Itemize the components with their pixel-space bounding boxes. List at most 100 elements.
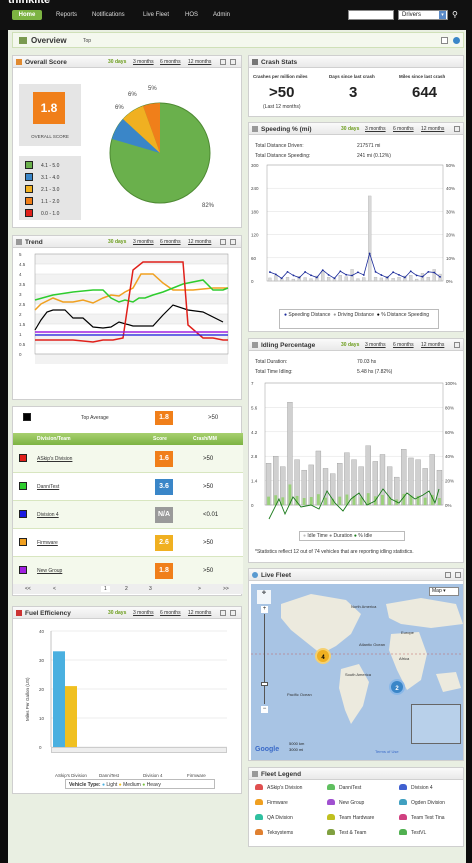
range-12-months[interactable]: 12 months [421,342,444,348]
table-row[interactable]: ASkip's Division 1.6 >50 [13,445,243,473]
range-12-months[interactable]: 12 months [188,610,211,616]
y2-tick-label: 80% [445,405,454,410]
pager-page[interactable]: 2 [125,586,128,592]
y-axis-label: Miles Per Gallon (US) [25,677,30,721]
search-icon[interactable]: ⚲ [452,10,462,20]
fleet-legend-label: Ogden Division [411,800,445,806]
fleet-cluster-marker[interactable]: 4 [315,648,331,664]
maximize-icon[interactable] [455,572,461,578]
pager-first[interactable]: << [25,586,31,592]
speeding-chart: 300 50% 240 40% 180 30% 120 20% 60 10% 0 0% [251,163,455,284]
pager-page[interactable]: 3 [149,586,152,592]
nav-reports[interactable]: Reports [56,12,77,18]
range-30-days[interactable]: 30 days [341,126,359,132]
nav-live-fleet[interactable]: Live Fleet [143,12,169,18]
edit-icon[interactable] [441,37,448,44]
range-12-months[interactable]: 12 months [421,126,444,132]
table-row[interactable]: New Group 1.8 >50 [13,557,243,585]
zoom-in-button[interactable]: + [261,606,268,613]
range-3-months[interactable]: 3 months [133,59,154,65]
table-row[interactable]: Division 4 N/A <0.01 [13,501,243,529]
fleet-cluster-marker[interactable]: 2 [389,679,405,695]
search-input[interactable] [348,10,394,20]
range-6-months[interactable]: 6 months [393,342,414,348]
edit-icon[interactable] [220,239,226,245]
search-type-select[interactable]: Drivers ▾ [398,10,448,20]
nav-admin[interactable]: Admin [213,12,230,18]
pager-prev[interactable]: < [53,586,56,592]
speeding-bar [432,269,436,282]
help-icon[interactable] [453,37,460,44]
nav-home[interactable]: Home [12,10,42,20]
range-6-months[interactable]: 6 months [160,610,181,616]
vehicle-icon [255,814,263,820]
pan-control[interactable]: ✥ [257,590,271,604]
speeding-point [327,273,330,276]
panel-title: Overall Score [25,59,67,66]
table-row[interactable]: Firmware 2.6 >50 [13,529,243,557]
range-3-months[interactable]: 3 months [133,610,154,616]
range-30-days[interactable]: 30 days [108,239,126,245]
pie-label: 5% [148,86,157,92]
speeding-point [333,277,336,280]
terms-link[interactable]: Terms of Use [375,749,399,754]
pager-page[interactable]: 1 [101,586,110,592]
edit-icon[interactable] [220,610,226,616]
pager-next[interactable]: > [198,586,201,592]
division-name-link[interactable]: Firmware [37,540,58,546]
range-3-months[interactable]: 3 months [365,342,386,348]
zoom-slider[interactable] [264,614,265,704]
range-30-days[interactable]: 30 days [108,59,126,65]
maximize-icon[interactable] [230,59,236,65]
zoom-slider-handle[interactable] [261,682,268,686]
division-name-link[interactable]: ASkip's Division [37,456,72,462]
legend-title: Vehicle Type: [69,782,101,788]
fleet-legend-label: Team Hardware [339,815,375,821]
range-12-months[interactable]: 12 months [188,59,211,65]
range-6-months[interactable]: 6 months [160,239,181,245]
range-3-months[interactable]: 3 months [365,126,386,132]
nav-notifications[interactable]: Notifications [92,12,125,18]
range-6-months[interactable]: 6 months [160,59,181,65]
idle-bar [267,496,270,505]
refresh-icon[interactable] [445,572,451,578]
x-tick-label: DanniTest [99,773,120,778]
speeding-bar [368,195,372,282]
table-row[interactable]: DanniTest 3.6 >50 [13,473,243,501]
total-distance-label: Total Distance Driven: [255,143,304,149]
speeding-point [415,274,418,277]
chart-scrollbar[interactable] [51,747,227,753]
range-3-months[interactable]: 3 months [133,239,154,245]
range-30-days[interactable]: 30 days [341,342,359,348]
y2-tick-label: 10% [446,256,455,261]
pager-last[interactable]: >> [223,586,229,592]
zoom-out-button[interactable]: − [261,706,268,713]
maximize-icon[interactable] [230,610,236,616]
edit-icon[interactable] [454,126,460,132]
range-30-days[interactable]: 30 days [108,610,126,616]
range-12-months[interactable]: 12 months [188,239,211,245]
speeding-point [357,271,359,274]
range-6-months[interactable]: 6 months [393,126,414,132]
top-average-label: Top Average [81,415,109,421]
map-type-select[interactable]: Map ▾ [429,587,459,596]
map-scale: 5000 km [289,741,305,746]
fleet-legend-items: ASkip's Division DanniTest Division 4 Firmw… [249,784,465,846]
y-tick-label: 0 [251,279,254,284]
column-header[interactable]: Crash/MM [193,436,217,442]
overview-map[interactable] [411,704,461,744]
edit-icon[interactable] [220,59,226,65]
division-name-link[interactable]: Division 4 [37,512,59,518]
fleet-legend-label: DanniTest [339,785,362,791]
speeding-point [368,252,371,255]
edit-icon[interactable] [454,342,460,348]
column-header[interactable]: Division/Team [37,436,71,442]
division-name-link[interactable]: DanniTest [37,484,59,490]
speeding-bar [409,275,413,282]
division-name-link[interactable]: New Group [37,568,62,574]
maximize-icon[interactable] [230,239,236,245]
fleet-map[interactable]: North America Atlantic Ocean Europe Afri… [251,584,463,760]
nav-hos[interactable]: HOS [185,12,198,18]
column-header[interactable]: Score [153,436,167,442]
grid-band [35,354,228,364]
